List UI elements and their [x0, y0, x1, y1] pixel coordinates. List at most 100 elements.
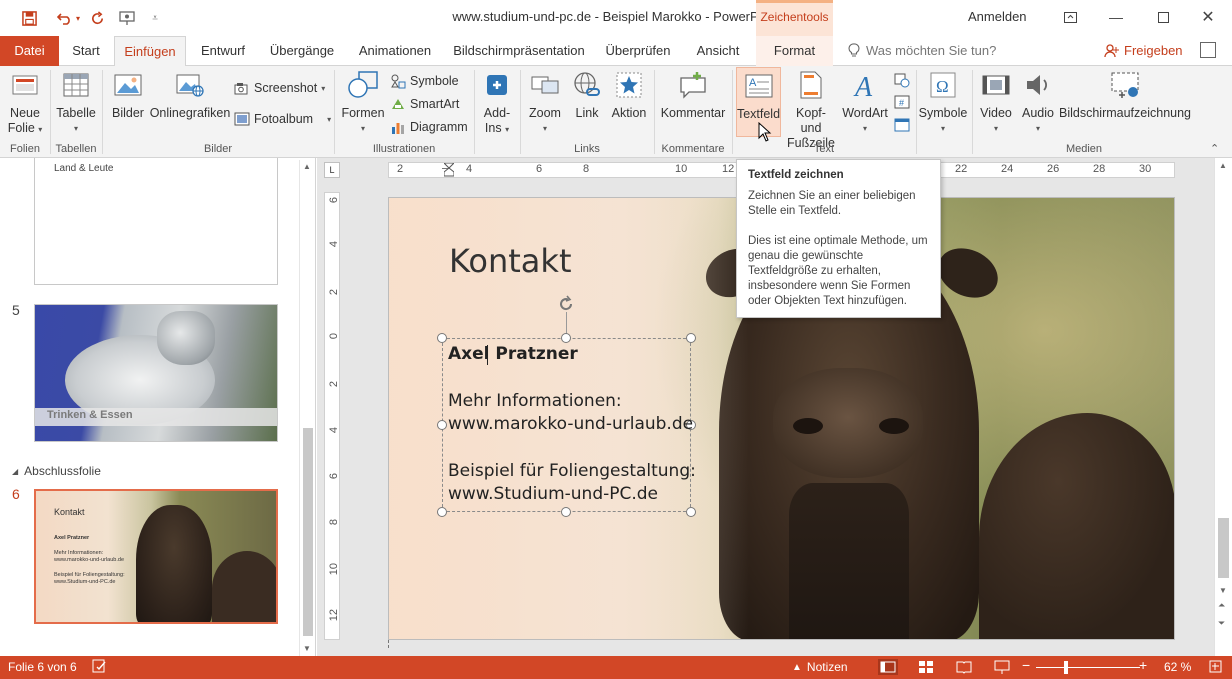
zoom-button[interactable]: Zoom ▾	[524, 68, 566, 136]
maximize-icon[interactable]	[1145, 5, 1181, 29]
slide-scrollbar[interactable]: ▲ ▼ ⏶ ⏷	[1214, 158, 1232, 656]
resize-handle[interactable]	[561, 507, 571, 517]
resize-handle[interactable]	[437, 507, 447, 517]
tab-entwurf[interactable]: Entwurf	[192, 36, 254, 66]
tell-me-box[interactable]: Was möchten Sie tun?	[848, 43, 996, 58]
tab-ansicht[interactable]: Ansicht	[686, 36, 750, 66]
customize-qat-icon[interactable]: ⩡	[144, 7, 166, 29]
rotate-handle-icon[interactable]	[556, 294, 576, 314]
slide-thumbnail-6[interactable]: Kontakt Axel Pratzner Mehr Informationen…	[34, 489, 278, 624]
zoom-in-icon[interactable]: +	[1139, 657, 1147, 673]
tab-start[interactable]: Start	[62, 36, 110, 66]
collapse-ribbon-icon[interactable]: ⌃	[1210, 142, 1219, 155]
action-button[interactable]: Aktion	[608, 68, 650, 121]
screen-recording-button[interactable]: Bildschirmaufzeichnung	[1059, 68, 1191, 121]
icons-button[interactable]: Symbole	[390, 70, 459, 92]
resize-handle[interactable]	[437, 333, 447, 343]
share-button[interactable]: Freigeben	[1104, 43, 1183, 58]
video-button[interactable]: Video ▾	[976, 68, 1016, 136]
tab-bildschirmpraesentation[interactable]: Bildschirmpräsentation	[448, 36, 590, 66]
group-separator	[972, 70, 973, 154]
notes-button[interactable]: ▲ Notizen	[792, 660, 848, 674]
photo-album-icon	[234, 112, 250, 126]
slide-number-icon[interactable]: #	[894, 94, 910, 113]
next-slide-icon[interactable]: ⏷	[1218, 618, 1225, 629]
screenshot-button[interactable]: Screenshot ▾	[234, 77, 325, 99]
ruler-tick: 2	[397, 163, 404, 175]
zoom-slider[interactable]	[1036, 667, 1140, 668]
online-pictures-button[interactable]: Onlinegrafiken	[150, 68, 230, 121]
collapse-section-icon[interactable]: ◢	[12, 467, 18, 476]
resize-handle[interactable]	[561, 333, 571, 343]
section-header[interactable]: ◢ Abschlussfolie	[12, 464, 101, 478]
date-time-icon[interactable]	[894, 72, 910, 91]
group-label-links: Links	[574, 143, 600, 155]
tab-format[interactable]: Format	[756, 36, 833, 66]
previous-slide-icon[interactable]: ⏶	[1218, 600, 1225, 611]
tab-einfuegen[interactable]: Einfügen	[114, 36, 186, 67]
indent-marker-icon[interactable]	[442, 162, 456, 177]
close-icon[interactable]: ✕	[1190, 5, 1226, 29]
slideshow-view-icon[interactable]	[994, 659, 1010, 678]
slide5-caption: Trinken & Essen	[47, 409, 133, 421]
photo-album-button[interactable]: Fotoalbum ▾	[234, 108, 331, 130]
reading-view-icon[interactable]	[956, 659, 972, 678]
audio-button[interactable]: Audio ▾	[1018, 68, 1058, 136]
zoom-slider-thumb[interactable]	[1064, 661, 1068, 674]
ribbon-display-options-icon[interactable]	[1052, 5, 1088, 29]
resize-handle[interactable]	[437, 420, 447, 430]
comment-button[interactable]: Kommentar	[660, 68, 726, 121]
resize-handle[interactable]	[686, 333, 696, 343]
fit-to-window-icon[interactable]	[1208, 659, 1223, 677]
symbols-button[interactable]: Ω Symbole ▾	[918, 68, 968, 136]
smartart-button[interactable]: SmartArt	[390, 93, 459, 115]
wordart-button[interactable]: A WordArt ▾	[840, 68, 890, 136]
tab-animationen[interactable]: Animationen	[350, 36, 440, 66]
chart-button[interactable]: Diagramm	[390, 116, 468, 138]
icons-label: Symbole	[410, 74, 459, 88]
resize-handle[interactable]	[686, 507, 696, 517]
zoom-out-icon[interactable]: −	[1022, 657, 1030, 673]
slide-title[interactable]: Kontakt	[449, 242, 571, 280]
undo-icon[interactable]	[54, 7, 76, 29]
slide4-caption: Land & Leute	[54, 163, 114, 174]
textbox-icon: A	[742, 69, 776, 103]
vertical-ruler[interactable]: 6 4 2 0 2 4 6 8 10 12	[324, 192, 340, 640]
thumbnails-scrollbar[interactable]: ▲ ▼	[299, 160, 315, 656]
add-ins-button[interactable]: Add- Ins ▾	[478, 68, 516, 137]
scrollbar-thumb[interactable]	[1218, 518, 1229, 578]
scroll-up-icon[interactable]: ▲	[1219, 161, 1227, 170]
slide-thumbnail-5[interactable]: Trinken & Essen	[34, 304, 278, 442]
slide-thumbnail-4[interactable]: Land & Leute	[34, 158, 278, 285]
comments-icon[interactable]	[1200, 42, 1216, 58]
pictures-button[interactable]: Bilder	[108, 68, 148, 121]
screenshot-icon	[234, 83, 248, 95]
tab-uebergaenge[interactable]: Übergänge	[262, 36, 342, 66]
tab-stop-selector[interactable]: L	[324, 162, 340, 178]
link-button[interactable]: Link	[570, 68, 604, 121]
shapes-button[interactable]: Formen ▾	[340, 68, 386, 136]
undo-dropdown-icon[interactable]: ▾	[76, 14, 80, 23]
tab-datei[interactable]: Datei	[0, 36, 59, 66]
scroll-down-icon[interactable]: ▼	[303, 644, 311, 653]
sign-in-link[interactable]: Anmelden	[968, 9, 1027, 24]
ribbon-tabs: Datei Start Einfügen Entwurf Übergänge A…	[0, 36, 1232, 67]
normal-view-icon[interactable]	[878, 659, 898, 675]
tab-ueberpruefen[interactable]: Überprüfen	[598, 36, 678, 66]
zoom-level[interactable]: 62 %	[1164, 660, 1191, 674]
scroll-down-icon[interactable]: ▼	[1219, 586, 1227, 595]
presentation-start-icon[interactable]	[116, 7, 138, 29]
new-slide-button[interactable]: Neue Folie ▾	[6, 68, 44, 137]
slide-sorter-icon[interactable]	[918, 659, 934, 678]
redo-icon[interactable]	[86, 7, 108, 29]
save-icon[interactable]	[18, 7, 40, 29]
textbox-content[interactable]: Axel Pratzner Mehr Informationen: www.ma…	[448, 343, 696, 507]
table-button[interactable]: Tabelle ▾	[54, 68, 98, 136]
header-footer-button[interactable]: Kopf- und Fußzeile	[784, 68, 838, 151]
scroll-up-icon[interactable]: ▲	[303, 162, 311, 171]
context-tab-group-label: Zeichentools	[760, 10, 829, 24]
object-icon[interactable]	[894, 117, 910, 136]
scrollbar-thumb[interactable]	[303, 428, 313, 636]
minimize-icon[interactable]: —	[1098, 5, 1134, 29]
spelling-check-icon[interactable]	[92, 659, 107, 677]
